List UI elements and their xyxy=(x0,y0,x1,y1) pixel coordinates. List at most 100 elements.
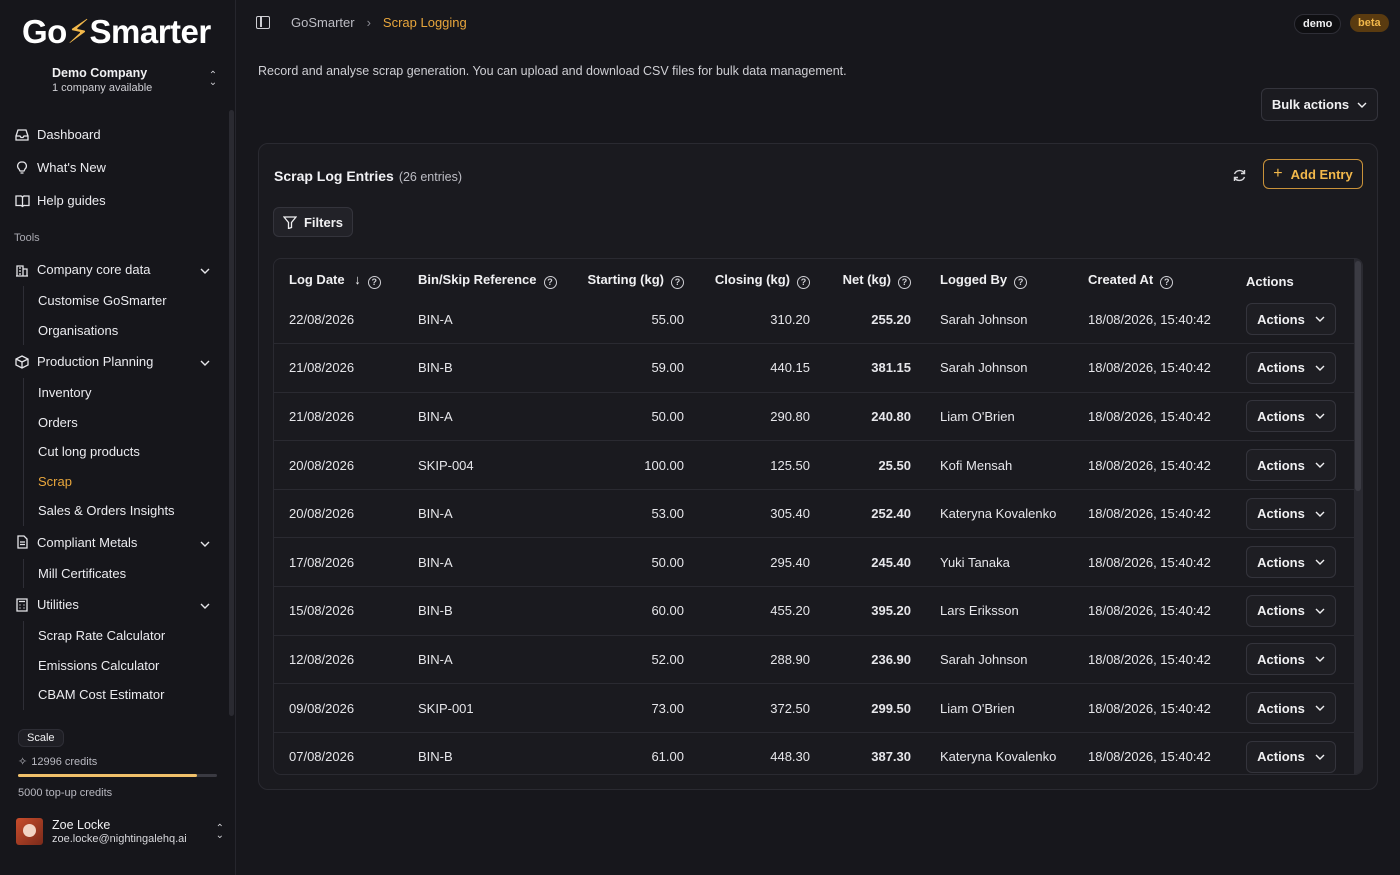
cell-net: 252.40 xyxy=(810,489,911,539)
chevrons-up-down-icon[interactable]: ⌃ ⌄ xyxy=(207,71,219,88)
row-actions-label: Actions xyxy=(1257,360,1305,376)
sidebar-item-whats-new[interactable]: What's New xyxy=(0,151,228,184)
sidebar-toggle-icon[interactable] xyxy=(256,16,270,29)
sidebar-item-compliant-metals[interactable]: Compliant Metals xyxy=(0,526,228,559)
cell-created-at: 18/08/2026, 15:40:42 xyxy=(1074,537,1218,588)
help-circle-icon[interactable]: ? xyxy=(367,276,381,289)
chevron-down-icon xyxy=(1315,365,1325,371)
user-email: zoe.locke@nightingalehq.ai xyxy=(52,833,187,845)
user-menu[interactable]: Zoe Locke zoe.locke@nightingalehq.ai ⌃ ⌄ xyxy=(16,818,226,845)
row-actions-button[interactable]: Actions xyxy=(1246,449,1336,482)
credits-row: ✧ 12996 credits xyxy=(18,755,218,769)
column-header-closing[interactable]: Closing (kg)? xyxy=(684,259,810,295)
row-actions-button[interactable]: Actions xyxy=(1246,497,1336,530)
sidebar-item-orders[interactable]: Orders xyxy=(24,408,228,438)
cell-bin: BIN-B xyxy=(403,586,541,636)
row-actions-button[interactable]: Actions xyxy=(1246,400,1336,433)
cell-logged-by: Kateryna Kovalenko xyxy=(940,749,1057,765)
table-scrollbar[interactable] xyxy=(1354,259,1362,774)
package-icon xyxy=(14,354,30,370)
chevrons-up-down-icon[interactable]: ⌃ ⌄ xyxy=(216,823,224,840)
breadcrumb-current: Scrap Logging xyxy=(382,15,467,30)
column-header-logged-by[interactable]: Logged By? xyxy=(911,259,1074,295)
row-actions-label: Actions xyxy=(1257,554,1305,570)
chevron-down-icon[interactable] xyxy=(200,535,210,550)
row-actions-button[interactable]: Actions xyxy=(1246,643,1336,676)
sidebar-item-sales-orders-insights[interactable]: Sales & Orders Insights xyxy=(24,496,228,526)
cell-bin: BIN-B xyxy=(418,749,453,765)
sidebar-item-emissions-calculator[interactable]: Emissions Calculator xyxy=(24,651,228,681)
sidebar-item-help-guides[interactable]: Help guides xyxy=(0,184,228,217)
row-actions-button[interactable]: Actions xyxy=(1246,594,1336,627)
row-actions-label: Actions xyxy=(1257,311,1305,327)
sidebar-item-cbam-cost-estimator[interactable]: CBAM Cost Estimator xyxy=(24,680,228,710)
sidebar-item-cut-long-products[interactable]: Cut long products xyxy=(24,437,228,467)
help-circle-icon[interactable]: ? xyxy=(797,276,810,289)
gosmarter-logo[interactable]: Go⚡Smarter xyxy=(22,12,211,51)
cell-net: 240.80 xyxy=(810,392,911,442)
sidebar-item-scrap-rate-calculator[interactable]: Scrap Rate Calculator xyxy=(24,621,228,651)
arrow-down-icon[interactable]: ↓ xyxy=(354,272,361,287)
cell-created-at: 18/08/2026, 15:40:42 xyxy=(1074,392,1218,442)
company-name: Demo Company xyxy=(52,66,148,80)
row-actions-button[interactable]: Actions xyxy=(1246,692,1336,725)
sidebar-item-inventory[interactable]: Inventory xyxy=(24,378,228,408)
filters-button[interactable]: Filters xyxy=(273,207,353,237)
header-label: Log Date xyxy=(289,272,345,287)
cell-actions: Actions xyxy=(1218,489,1354,539)
sidebar-item-company-core-data[interactable]: Company core data xyxy=(0,253,228,286)
page-description: Record and analyse scrap generation. You… xyxy=(258,64,847,78)
cell-log-date: 17/08/2026 xyxy=(274,537,403,588)
help-circle-icon[interactable]: ? xyxy=(671,276,684,289)
cell-created-at: 18/08/2026, 15:40:42 xyxy=(1088,749,1211,765)
column-header-starting[interactable]: Starting (kg)? xyxy=(541,259,684,295)
column-header-net[interactable]: Net (kg)? xyxy=(810,259,911,295)
chevron-down-icon[interactable] xyxy=(200,262,210,277)
utilities-submenu: Scrap Rate Calculator Emissions Calculat… xyxy=(23,621,228,710)
help-circle-icon[interactable]: ? xyxy=(898,276,911,289)
cell-created-at: 18/08/2026, 15:40:42 xyxy=(1074,440,1218,490)
breadcrumb-root[interactable]: GoSmarter xyxy=(291,15,355,30)
row-actions-button[interactable]: Actions xyxy=(1246,303,1336,336)
inbox-icon xyxy=(14,127,30,143)
cell-closing: 372.50 xyxy=(684,683,810,733)
sidebar-scrollbar[interactable] xyxy=(229,110,234,716)
row-actions-button[interactable]: Actions xyxy=(1246,740,1336,773)
cell-closing: 440.15 xyxy=(684,343,810,393)
row-actions-button[interactable]: Actions xyxy=(1246,351,1336,384)
sidebar-item-mill-certificates[interactable]: Mill Certificates xyxy=(24,559,228,589)
chevron-down-icon[interactable] xyxy=(200,597,210,612)
sidebar-item-utilities[interactable]: Utilities xyxy=(0,588,228,621)
help-circle-icon[interactable]: ? xyxy=(1014,276,1028,289)
entry-count: (26 entries) xyxy=(398,170,463,184)
logo-bolt-icon: ⚡ xyxy=(66,13,90,50)
building-icon xyxy=(14,262,30,278)
table-scrollbar-thumb[interactable] xyxy=(1355,261,1361,491)
row-actions-label: Actions xyxy=(1257,506,1305,522)
cell-log-date: 09/08/2026 xyxy=(274,683,403,733)
add-entry-button[interactable]: + Add Entry xyxy=(1263,159,1363,189)
column-header-created-at[interactable]: Created At? xyxy=(1074,259,1218,295)
cell-created-at: 18/08/2026, 15:40:42 xyxy=(1074,295,1218,345)
cell-logged-by: Liam O'Brien xyxy=(911,392,1074,442)
sidebar-item-production-planning[interactable]: Production Planning xyxy=(0,345,228,378)
sidebar-item-scrap[interactable]: Scrap xyxy=(24,467,228,497)
chevron-down-icon[interactable] xyxy=(200,354,210,369)
column-header-log-date[interactable]: Log Date ↓? xyxy=(274,259,403,295)
row-actions-button[interactable]: Actions xyxy=(1246,546,1336,579)
cell-created-at: 18/08/2026, 15:40:42 xyxy=(1074,635,1218,685)
table-row: 09/08/2026 SKIP-001 73.00 372.50 299.50 … xyxy=(274,683,1354,733)
help-circle-icon[interactable]: ? xyxy=(543,276,557,289)
cell-closing: 295.40 xyxy=(684,537,810,588)
sidebar-item-dashboard[interactable]: Dashboard xyxy=(0,118,228,151)
bulk-actions-button[interactable]: Bulk actions xyxy=(1261,88,1378,121)
help-circle-icon[interactable]: ? xyxy=(1160,276,1174,289)
sidebar-item-organisations[interactable]: Organisations xyxy=(24,316,228,346)
refresh-icon[interactable] xyxy=(1231,168,1247,184)
cell-log-date: 21/08/2026 xyxy=(274,392,403,442)
chevron-down-icon xyxy=(1315,608,1325,614)
sidebar-item-customise-gosmarter[interactable]: Customise GoSmarter xyxy=(24,286,228,316)
company-switcher[interactable]: Demo Company 1 company available xyxy=(52,66,222,94)
cell-actions: Actions xyxy=(1218,295,1354,345)
column-header-bin[interactable]: Bin/Skip Reference? xyxy=(403,259,557,295)
